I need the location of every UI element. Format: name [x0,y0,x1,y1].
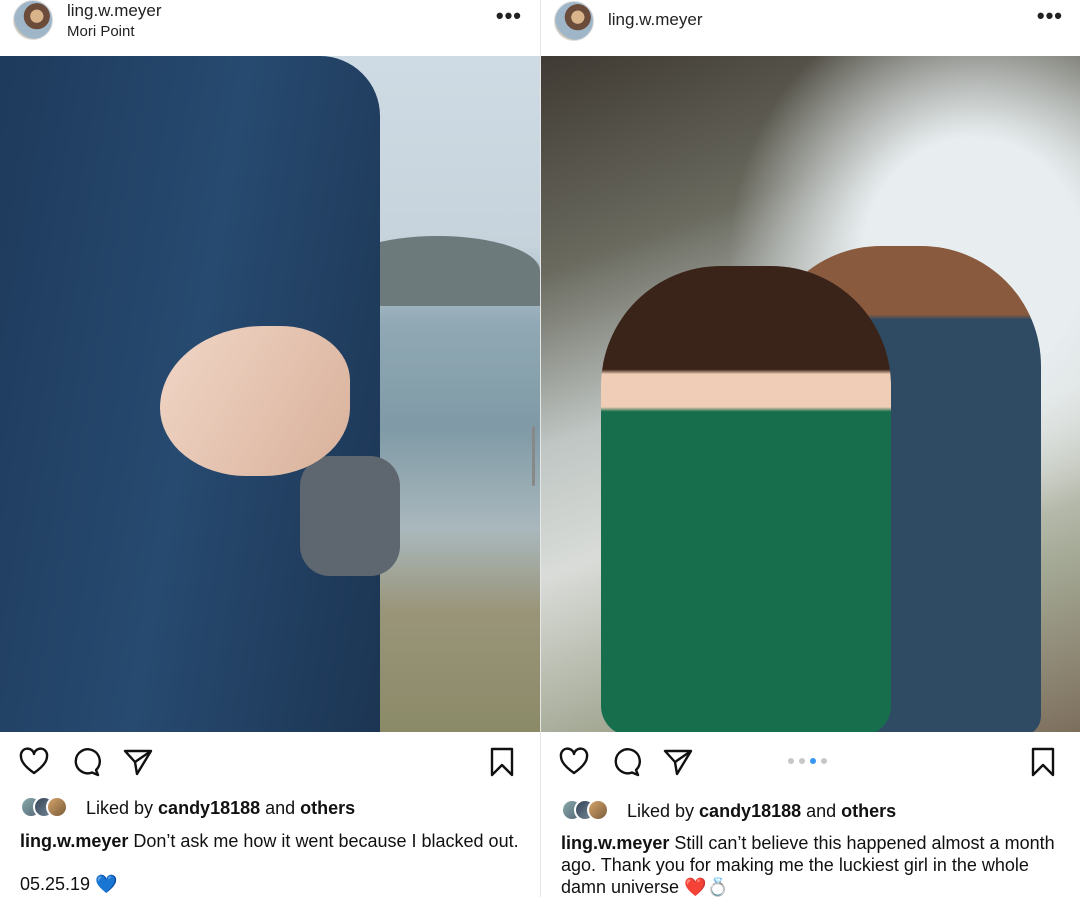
sleeve-cuff-shape [300,456,400,576]
post-header: ling.w.meyer ••• [541,0,1080,56]
caption-username[interactable]: ling.w.meyer [561,833,669,853]
likes-row[interactable]: Liked by candy18188 and others [561,799,1071,823]
comment-icon[interactable] [70,746,102,778]
post-username[interactable]: ling.w.meyer [67,1,161,21]
likes-and: and [260,798,301,818]
carousel-dot [821,758,827,764]
liker-username[interactable]: candy18188 [158,798,260,818]
action-bar [0,742,540,782]
post-photo[interactable] [541,56,1080,732]
avatar[interactable] [13,0,53,40]
liker-avatars [561,799,621,823]
bookmark-icon[interactable] [1027,746,1059,778]
carousel-indicator[interactable] [788,758,827,764]
blue-heart-emoji: 💙 [95,874,118,894]
post-photo[interactable] [0,56,540,732]
post-date: 05.25.19 💙 [20,874,118,895]
post-caption: ling.w.meyer Don’t ask me how it went be… [20,830,530,852]
share-icon[interactable] [662,746,694,778]
share-icon[interactable] [122,746,154,778]
post-location[interactable]: Mori Point [67,23,135,40]
more-icon[interactable]: ••• [1037,5,1063,27]
scrollbar[interactable] [532,426,535,486]
post-caption: ling.w.meyer Still can’t believe this ha… [561,832,1066,897]
likes-others-link[interactable]: others [300,798,355,818]
likes-others-link[interactable]: others [841,801,896,821]
comment-icon[interactable] [610,746,642,778]
post-left: ling.w.meyer Mori Point ••• Liked by can… [0,0,540,897]
likes-prefix: Liked by [627,801,700,821]
liker-username[interactable]: candy18188 [699,801,801,821]
likes-text: Liked by candy18188 and others [86,798,355,819]
liker-avatars [20,796,80,820]
bookmark-icon[interactable] [486,746,518,778]
carousel-dot [788,758,794,764]
heart-icon[interactable] [18,746,50,778]
woman-figure-shape [601,266,891,732]
caption-text: Don’t ask me how it went because I black… [128,831,519,851]
likes-text: Liked by candy18188 and others [627,801,896,822]
carousel-dot-active [810,758,816,764]
carousel-dot [799,758,805,764]
date-text: 05.25.19 [20,874,91,894]
post-right: ling.w.meyer ••• Liked by candy18188 and… [540,0,1080,897]
liker-avatar [587,799,609,821]
avatar[interactable] [554,1,594,41]
heart-icon[interactable] [558,746,590,778]
likes-row[interactable]: Liked by candy18188 and others [20,796,530,820]
post-username[interactable]: ling.w.meyer [608,10,702,30]
caption-username[interactable]: ling.w.meyer [20,831,128,851]
action-bar [541,742,1080,782]
likes-prefix: Liked by [86,798,159,818]
more-icon[interactable]: ••• [496,5,522,27]
post-header: ling.w.meyer Mori Point ••• [0,0,540,56]
likes-and: and [801,801,842,821]
liker-avatar [46,796,68,818]
